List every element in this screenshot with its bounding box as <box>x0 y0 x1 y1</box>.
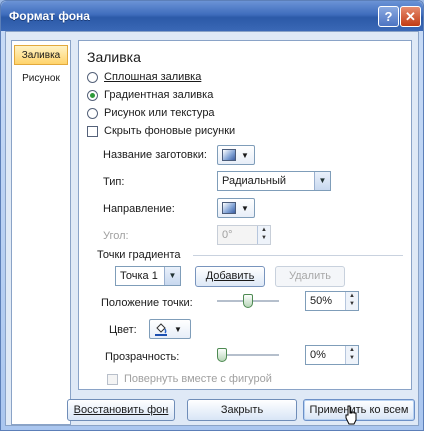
section-heading: Заливка <box>87 49 141 65</box>
spinner-buttons: ▲ ▼ <box>257 226 270 244</box>
stop-position-value: 50% <box>310 295 333 307</box>
nav-item-picture[interactable]: Рисунок <box>14 69 68 89</box>
remove-stop-button: Удалить <box>275 266 345 287</box>
transparency-value: 0% <box>310 349 326 361</box>
stop-position-label: Положение точки: <box>101 297 193 309</box>
close-button[interactable]: Закрыть <box>187 399 297 421</box>
radio-picture-texture[interactable]: Рисунок или текстура <box>87 107 215 119</box>
type-select[interactable]: Радиальный ▼ <box>217 171 331 191</box>
slider-thumb[interactable] <box>243 294 253 308</box>
checkbox-box[interactable] <box>87 125 98 137</box>
gradient-swatch-icon <box>222 149 236 161</box>
type-label: Тип: <box>103 176 125 188</box>
help-button[interactable]: ? <box>378 6 399 27</box>
chevron-down-icon[interactable]: ▼ <box>164 267 180 285</box>
preset-label: Название заготовки: <box>103 149 207 161</box>
radio-indicator[interactable] <box>87 89 98 101</box>
preset-gradient-button[interactable]: ▼ <box>217 145 255 165</box>
color-picker-button[interactable]: ▼ <box>149 319 191 339</box>
chevron-down-icon: ▼ <box>241 203 249 213</box>
stop-position-spinner[interactable]: 50% ▲ ▼ <box>305 291 359 311</box>
radio-label: Градиентная заливка <box>104 89 214 101</box>
checkbox-label: Скрыть фоновые рисунки <box>104 125 236 137</box>
paint-bucket-icon <box>155 323 167 336</box>
direction-label: Направление: <box>103 203 175 215</box>
spinner-buttons[interactable]: ▲ ▼ <box>345 292 358 310</box>
apply-to-all-button[interactable]: Применить ко всем <box>303 399 415 421</box>
type-select-value: Радиальный <box>222 175 287 187</box>
rotate-with-shape-checkbox: Повернуть вместе с фигурой <box>107 373 272 385</box>
radio-indicator[interactable] <box>87 107 98 119</box>
nav-item-fill[interactable]: Заливка <box>14 45 68 65</box>
chevron-down-icon: ▼ <box>241 150 249 160</box>
divider <box>193 255 403 256</box>
format-background-dialog: Формат фона ? ✕ Заливка Рисунок Заливка … <box>0 0 424 431</box>
gradient-stop-select[interactable]: Точка 1 ▼ <box>115 266 181 286</box>
gradient-stop-value: Точка 1 <box>120 270 158 282</box>
chevron-down-icon[interactable]: ▼ <box>314 172 330 190</box>
dialog-client: Заливка Рисунок Заливка Сплошная заливка… <box>5 31 419 426</box>
slider-thumb[interactable] <box>217 348 227 362</box>
radio-indicator[interactable] <box>87 71 98 83</box>
transparency-slider[interactable] <box>217 348 279 362</box>
angle-label: Угол: <box>103 230 129 242</box>
checkbox-box <box>107 373 118 385</box>
title-bar[interactable]: Формат фона ? ✕ <box>1 1 423 31</box>
hand-cursor-icon <box>345 405 357 425</box>
window-title: Формат фона <box>9 9 90 23</box>
gradient-stops-label: Точки градиента <box>97 249 181 261</box>
transparency-label: Прозрачность: <box>105 351 180 363</box>
radio-label: Рисунок или текстура <box>104 107 215 119</box>
hide-background-checkbox[interactable]: Скрыть фоновые рисунки <box>87 125 235 137</box>
angle-spinner: 0° ▲ ▼ <box>217 225 271 245</box>
reset-background-button[interactable]: Восстановить фон <box>67 399 175 421</box>
transparency-spinner[interactable]: 0% ▲ ▼ <box>305 345 359 365</box>
angle-value: 0° <box>222 229 233 241</box>
direction-button[interactable]: ▼ <box>217 198 255 218</box>
gradient-swatch-icon <box>222 202 236 214</box>
add-stop-button[interactable]: Добавить <box>195 266 265 287</box>
radio-gradient-fill[interactable]: Градиентная заливка <box>87 89 213 101</box>
checkbox-label: Повернуть вместе с фигурой <box>124 373 272 385</box>
stop-position-slider[interactable] <box>217 294 279 308</box>
spinner-buttons[interactable]: ▲ ▼ <box>345 346 358 364</box>
chevron-down-icon: ▼ <box>174 324 182 334</box>
close-window-button[interactable]: ✕ <box>400 6 421 27</box>
radio-label: Сплошная заливка <box>104 71 202 83</box>
category-nav: Заливка Рисунок <box>11 40 71 425</box>
fill-panel: Заливка Сплошная заливка Градиентная зал… <box>78 40 412 390</box>
color-label: Цвет: <box>109 324 137 336</box>
radio-solid-fill[interactable]: Сплошная заливка <box>87 71 201 83</box>
